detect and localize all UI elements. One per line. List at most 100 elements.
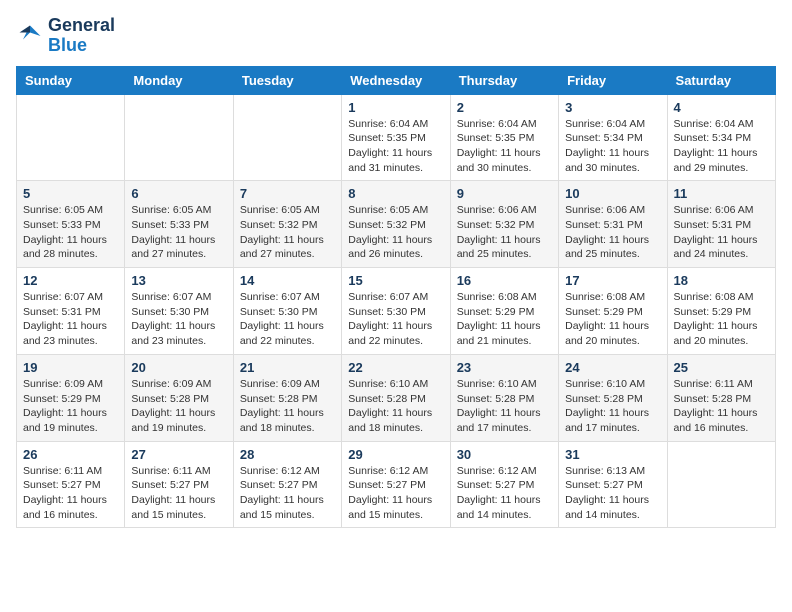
day-info: Sunrise: 6:05 AM Sunset: 5:33 PM Dayligh… [23, 203, 118, 262]
calendar-cell: 20 Sunrise: 6:09 AM Sunset: 5:28 PM Dayl… [125, 354, 233, 441]
day-number: 17 [565, 273, 660, 288]
day-number: 30 [457, 447, 552, 462]
day-info: Sunrise: 6:07 AM Sunset: 5:30 PM Dayligh… [131, 290, 226, 349]
calendar-cell: 5 Sunrise: 6:05 AM Sunset: 5:33 PM Dayli… [17, 181, 125, 268]
calendar-cell: 14 Sunrise: 6:07 AM Sunset: 5:30 PM Dayl… [233, 268, 341, 355]
weekday-header-wednesday: Wednesday [342, 66, 450, 94]
calendar-week-1: 1 Sunrise: 6:04 AM Sunset: 5:35 PM Dayli… [17, 94, 776, 181]
page-header: General Blue [16, 16, 776, 56]
calendar-cell: 4 Sunrise: 6:04 AM Sunset: 5:34 PM Dayli… [667, 94, 775, 181]
weekday-header-saturday: Saturday [667, 66, 775, 94]
day-info: Sunrise: 6:04 AM Sunset: 5:34 PM Dayligh… [674, 117, 769, 176]
calendar-cell: 17 Sunrise: 6:08 AM Sunset: 5:29 PM Dayl… [559, 268, 667, 355]
calendar-cell: 2 Sunrise: 6:04 AM Sunset: 5:35 PM Dayli… [450, 94, 558, 181]
day-number: 23 [457, 360, 552, 375]
calendar-cell: 12 Sunrise: 6:07 AM Sunset: 5:31 PM Dayl… [17, 268, 125, 355]
day-info: Sunrise: 6:12 AM Sunset: 5:27 PM Dayligh… [240, 464, 335, 523]
day-info: Sunrise: 6:11 AM Sunset: 5:28 PM Dayligh… [674, 377, 769, 436]
day-info: Sunrise: 6:05 AM Sunset: 5:32 PM Dayligh… [348, 203, 443, 262]
calendar-cell: 13 Sunrise: 6:07 AM Sunset: 5:30 PM Dayl… [125, 268, 233, 355]
calendar-cell: 24 Sunrise: 6:10 AM Sunset: 5:28 PM Dayl… [559, 354, 667, 441]
calendar-cell: 7 Sunrise: 6:05 AM Sunset: 5:32 PM Dayli… [233, 181, 341, 268]
calendar-cell: 31 Sunrise: 6:13 AM Sunset: 5:27 PM Dayl… [559, 441, 667, 528]
calendar-cell: 29 Sunrise: 6:12 AM Sunset: 5:27 PM Dayl… [342, 441, 450, 528]
day-number: 31 [565, 447, 660, 462]
calendar-week-2: 5 Sunrise: 6:05 AM Sunset: 5:33 PM Dayli… [17, 181, 776, 268]
calendar-cell [17, 94, 125, 181]
calendar-cell: 23 Sunrise: 6:10 AM Sunset: 5:28 PM Dayl… [450, 354, 558, 441]
calendar-week-3: 12 Sunrise: 6:07 AM Sunset: 5:31 PM Dayl… [17, 268, 776, 355]
day-info: Sunrise: 6:12 AM Sunset: 5:27 PM Dayligh… [348, 464, 443, 523]
calendar-cell: 22 Sunrise: 6:10 AM Sunset: 5:28 PM Dayl… [342, 354, 450, 441]
day-number: 7 [240, 186, 335, 201]
day-number: 9 [457, 186, 552, 201]
day-info: Sunrise: 6:06 AM Sunset: 5:31 PM Dayligh… [565, 203, 660, 262]
logo: General Blue [16, 16, 115, 56]
day-number: 26 [23, 447, 118, 462]
calendar-cell: 30 Sunrise: 6:12 AM Sunset: 5:27 PM Dayl… [450, 441, 558, 528]
calendar-cell: 25 Sunrise: 6:11 AM Sunset: 5:28 PM Dayl… [667, 354, 775, 441]
day-number: 13 [131, 273, 226, 288]
logo-text: General Blue [48, 16, 115, 56]
day-info: Sunrise: 6:09 AM Sunset: 5:28 PM Dayligh… [131, 377, 226, 436]
calendar-cell: 27 Sunrise: 6:11 AM Sunset: 5:27 PM Dayl… [125, 441, 233, 528]
day-info: Sunrise: 6:10 AM Sunset: 5:28 PM Dayligh… [457, 377, 552, 436]
logo-icon [16, 22, 44, 50]
calendar-week-5: 26 Sunrise: 6:11 AM Sunset: 5:27 PM Dayl… [17, 441, 776, 528]
calendar-cell: 10 Sunrise: 6:06 AM Sunset: 5:31 PM Dayl… [559, 181, 667, 268]
calendar-cell [667, 441, 775, 528]
calendar-cell: 21 Sunrise: 6:09 AM Sunset: 5:28 PM Dayl… [233, 354, 341, 441]
calendar-cell [233, 94, 341, 181]
day-number: 1 [348, 100, 443, 115]
day-info: Sunrise: 6:11 AM Sunset: 5:27 PM Dayligh… [131, 464, 226, 523]
calendar-cell: 16 Sunrise: 6:08 AM Sunset: 5:29 PM Dayl… [450, 268, 558, 355]
day-info: Sunrise: 6:07 AM Sunset: 5:30 PM Dayligh… [348, 290, 443, 349]
day-number: 12 [23, 273, 118, 288]
day-info: Sunrise: 6:06 AM Sunset: 5:31 PM Dayligh… [674, 203, 769, 262]
calendar-cell: 11 Sunrise: 6:06 AM Sunset: 5:31 PM Dayl… [667, 181, 775, 268]
day-info: Sunrise: 6:07 AM Sunset: 5:30 PM Dayligh… [240, 290, 335, 349]
day-number: 29 [348, 447, 443, 462]
day-number: 25 [674, 360, 769, 375]
day-number: 15 [348, 273, 443, 288]
day-number: 2 [457, 100, 552, 115]
day-info: Sunrise: 6:08 AM Sunset: 5:29 PM Dayligh… [565, 290, 660, 349]
weekday-header-friday: Friday [559, 66, 667, 94]
day-info: Sunrise: 6:10 AM Sunset: 5:28 PM Dayligh… [565, 377, 660, 436]
weekday-header-tuesday: Tuesday [233, 66, 341, 94]
weekday-header-thursday: Thursday [450, 66, 558, 94]
day-number: 16 [457, 273, 552, 288]
day-number: 6 [131, 186, 226, 201]
day-info: Sunrise: 6:05 AM Sunset: 5:33 PM Dayligh… [131, 203, 226, 262]
calendar-cell: 8 Sunrise: 6:05 AM Sunset: 5:32 PM Dayli… [342, 181, 450, 268]
day-number: 19 [23, 360, 118, 375]
day-number: 4 [674, 100, 769, 115]
calendar-cell: 1 Sunrise: 6:04 AM Sunset: 5:35 PM Dayli… [342, 94, 450, 181]
day-number: 18 [674, 273, 769, 288]
calendar-cell: 3 Sunrise: 6:04 AM Sunset: 5:34 PM Dayli… [559, 94, 667, 181]
day-number: 22 [348, 360, 443, 375]
day-number: 28 [240, 447, 335, 462]
day-info: Sunrise: 6:10 AM Sunset: 5:28 PM Dayligh… [348, 377, 443, 436]
weekday-header-monday: Monday [125, 66, 233, 94]
calendar-table: SundayMondayTuesdayWednesdayThursdayFrid… [16, 66, 776, 529]
calendar-cell: 9 Sunrise: 6:06 AM Sunset: 5:32 PM Dayli… [450, 181, 558, 268]
day-info: Sunrise: 6:04 AM Sunset: 5:35 PM Dayligh… [457, 117, 552, 176]
calendar-cell: 18 Sunrise: 6:08 AM Sunset: 5:29 PM Dayl… [667, 268, 775, 355]
day-info: Sunrise: 6:12 AM Sunset: 5:27 PM Dayligh… [457, 464, 552, 523]
day-info: Sunrise: 6:07 AM Sunset: 5:31 PM Dayligh… [23, 290, 118, 349]
day-info: Sunrise: 6:08 AM Sunset: 5:29 PM Dayligh… [674, 290, 769, 349]
calendar-cell: 6 Sunrise: 6:05 AM Sunset: 5:33 PM Dayli… [125, 181, 233, 268]
day-number: 11 [674, 186, 769, 201]
day-info: Sunrise: 6:04 AM Sunset: 5:35 PM Dayligh… [348, 117, 443, 176]
day-number: 14 [240, 273, 335, 288]
day-info: Sunrise: 6:08 AM Sunset: 5:29 PM Dayligh… [457, 290, 552, 349]
day-info: Sunrise: 6:11 AM Sunset: 5:27 PM Dayligh… [23, 464, 118, 523]
day-info: Sunrise: 6:13 AM Sunset: 5:27 PM Dayligh… [565, 464, 660, 523]
day-number: 20 [131, 360, 226, 375]
calendar-cell: 19 Sunrise: 6:09 AM Sunset: 5:29 PM Dayl… [17, 354, 125, 441]
calendar-cell: 15 Sunrise: 6:07 AM Sunset: 5:30 PM Dayl… [342, 268, 450, 355]
calendar-cell: 28 Sunrise: 6:12 AM Sunset: 5:27 PM Dayl… [233, 441, 341, 528]
day-info: Sunrise: 6:06 AM Sunset: 5:32 PM Dayligh… [457, 203, 552, 262]
day-number: 24 [565, 360, 660, 375]
